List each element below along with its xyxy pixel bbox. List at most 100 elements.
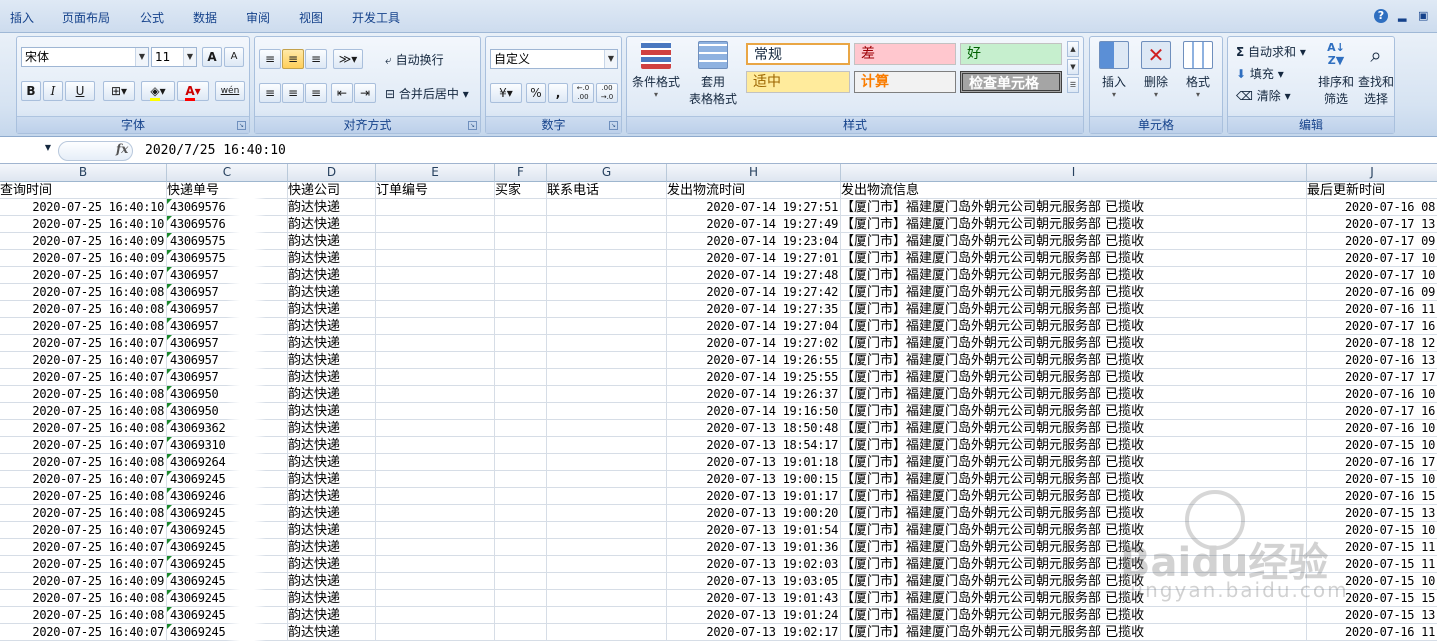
ship-time-cell[interactable]: 2020-07-14 19:27:02: [667, 335, 841, 352]
buyer-cell[interactable]: [495, 233, 547, 250]
ship-time-cell[interactable]: 2020-07-13 18:50:48: [667, 420, 841, 437]
minimize-icon[interactable]: ▂: [1398, 9, 1406, 22]
query-time-cell[interactable]: 2020-07-25 16:40:09: [0, 233, 167, 250]
ship-time-cell[interactable]: 2020-07-13 19:01:54: [667, 522, 841, 539]
ship-time-cell[interactable]: 2020-07-14 19:27:42: [667, 284, 841, 301]
sort-filter-button[interactable]: A↓ Z▼ 排序和 筛选: [1316, 41, 1356, 107]
logistics-info-cell[interactable]: 【厦门市】福建厦门岛外朝元公司朝元服务部 已揽收: [841, 471, 1307, 488]
last-update-cell[interactable]: 2020-07-15 11: [1307, 556, 1437, 573]
query-time-cell[interactable]: 2020-07-25 16:40:08: [0, 488, 167, 505]
tab-view[interactable]: 视图: [299, 9, 323, 26]
last-update-cell[interactable]: 2020-07-16 10: [1307, 386, 1437, 403]
last-update-cell[interactable]: 2020-07-16 10: [1307, 420, 1437, 437]
phone-cell[interactable]: [547, 522, 667, 539]
logistics-info-cell[interactable]: 【厦门市】福建厦门岛外朝元公司朝元服务部 已揽收: [841, 573, 1307, 590]
order-number-cell[interactable]: [376, 454, 495, 471]
styles-scroll-down-icon[interactable]: ▼: [1067, 59, 1079, 75]
tab-formulas[interactable]: 公式: [140, 9, 164, 26]
query-time-cell[interactable]: 2020-07-25 16:40:08: [0, 318, 167, 335]
buyer-cell[interactable]: [495, 573, 547, 590]
query-time-cell[interactable]: 2020-07-25 16:40:09: [0, 250, 167, 267]
decrease-decimal-button[interactable]: .00 →.0: [596, 83, 618, 103]
ship-time-cell[interactable]: 2020-07-14 19:27:04: [667, 318, 841, 335]
order-number-cell[interactable]: [376, 216, 495, 233]
last-update-cell[interactable]: 2020-07-15 11: [1307, 539, 1437, 556]
buyer-cell[interactable]: [495, 267, 547, 284]
query-time-cell[interactable]: 2020-07-25 16:40:08: [0, 403, 167, 420]
buyer-cell[interactable]: [495, 301, 547, 318]
ship-time-cell[interactable]: 2020-07-13 19:02:17: [667, 624, 841, 641]
phone-cell[interactable]: [547, 590, 667, 607]
font-color-button[interactable]: A▾: [177, 81, 209, 101]
tab-developer[interactable]: 开发工具: [352, 9, 400, 26]
fill-button[interactable]: ⬇ 填充 ▾: [1236, 65, 1284, 82]
order-number-cell[interactable]: [376, 505, 495, 522]
courier-cell[interactable]: 韵达快递: [288, 250, 376, 267]
query-time-cell[interactable]: 2020-07-25 16:40:10: [0, 216, 167, 233]
buyer-cell[interactable]: [495, 335, 547, 352]
insert-cells-button[interactable]: 插入 ▾: [1094, 41, 1134, 99]
font-size-select[interactable]: 11 ▼: [151, 47, 197, 67]
last-update-cell[interactable]: 2020-07-15 10: [1307, 471, 1437, 488]
courier-cell[interactable]: 韵达快递: [288, 607, 376, 624]
logistics-info-cell[interactable]: 【厦门市】福建厦门岛外朝元公司朝元服务部 已揽收: [841, 505, 1307, 522]
percent-button[interactable]: %: [526, 83, 546, 103]
order-number-cell[interactable]: [376, 437, 495, 454]
courier-cell[interactable]: 韵达快递: [288, 216, 376, 233]
align-left-button[interactable]: ≡: [259, 83, 281, 103]
logistics-info-cell[interactable]: 【厦门市】福建厦门岛外朝元公司朝元服务部 已揽收: [841, 556, 1307, 573]
buyer-cell[interactable]: [495, 556, 547, 573]
ship-time-cell[interactable]: 2020-07-14 19:16:50: [667, 403, 841, 420]
order-number-cell[interactable]: [376, 233, 495, 250]
logistics-info-cell[interactable]: 【厦门市】福建厦门岛外朝元公司朝元服务部 已揽收: [841, 267, 1307, 284]
help-icon[interactable]: ?: [1374, 9, 1388, 23]
buyer-cell[interactable]: [495, 607, 547, 624]
font-name-select[interactable]: 宋体 ▼: [21, 47, 149, 67]
italic-button[interactable]: I: [43, 81, 63, 101]
order-number-cell[interactable]: [376, 488, 495, 505]
styles-more-icon[interactable]: ☰: [1067, 77, 1079, 93]
last-update-cell[interactable]: 2020-07-17 16: [1307, 318, 1437, 335]
query-time-cell[interactable]: 2020-07-25 16:40:08: [0, 420, 167, 437]
ship-time-cell[interactable]: 2020-07-14 19:26:55: [667, 352, 841, 369]
logistics-info-cell[interactable]: 【厦门市】福建厦门岛外朝元公司朝元服务部 已揽收: [841, 199, 1307, 216]
query-time-cell[interactable]: 2020-07-25 16:40:07: [0, 369, 167, 386]
buyer-cell[interactable]: [495, 199, 547, 216]
last-update-cell[interactable]: 2020-07-16 08: [1307, 199, 1437, 216]
header-cell[interactable]: 发出物流信息: [841, 182, 1307, 199]
logistics-info-cell[interactable]: 【厦门市】福建厦门岛外朝元公司朝元服务部 已揽收: [841, 233, 1307, 250]
header-cell[interactable]: 查询时间: [0, 182, 167, 199]
ship-time-cell[interactable]: 2020-07-14 19:27:49: [667, 216, 841, 233]
buyer-cell[interactable]: [495, 386, 547, 403]
align-middle-button[interactable]: ≡: [282, 49, 304, 69]
order-number-cell[interactable]: [376, 199, 495, 216]
currency-button[interactable]: ¥▾: [490, 83, 522, 103]
formula-input[interactable]: 2020/7/25 16:40:10: [145, 143, 286, 158]
logistics-info-cell[interactable]: 【厦门市】福建厦门岛外朝元公司朝元服务部 已揽收: [841, 403, 1307, 420]
order-number-cell[interactable]: [376, 352, 495, 369]
ship-time-cell[interactable]: 2020-07-13 19:00:15: [667, 471, 841, 488]
orientation-button[interactable]: ≫▾: [333, 49, 363, 69]
courier-cell[interactable]: 韵达快递: [288, 420, 376, 437]
column-header-g[interactable]: G: [547, 164, 667, 182]
last-update-cell[interactable]: 2020-07-17 17: [1307, 369, 1437, 386]
ship-time-cell[interactable]: 2020-07-13 19:01:17: [667, 488, 841, 505]
last-update-cell[interactable]: 2020-07-16 15: [1307, 488, 1437, 505]
ship-time-cell[interactable]: 2020-07-13 19:00:20: [667, 505, 841, 522]
underline-button[interactable]: U: [65, 81, 95, 101]
decrease-indent-button[interactable]: ⇤: [331, 83, 353, 103]
buyer-cell[interactable]: [495, 216, 547, 233]
last-update-cell[interactable]: 2020-07-18 12: [1307, 335, 1437, 352]
courier-cell[interactable]: 韵达快递: [288, 556, 376, 573]
order-number-cell[interactable]: [376, 369, 495, 386]
phone-cell[interactable]: [547, 573, 667, 590]
logistics-info-cell[interactable]: 【厦门市】福建厦门岛外朝元公司朝元服务部 已揽收: [841, 335, 1307, 352]
phone-cell[interactable]: [547, 233, 667, 250]
logistics-info-cell[interactable]: 【厦门市】福建厦门岛外朝元公司朝元服务部 已揽收: [841, 318, 1307, 335]
query-time-cell[interactable]: 2020-07-25 16:40:08: [0, 607, 167, 624]
logistics-info-cell[interactable]: 【厦门市】福建厦门岛外朝元公司朝元服务部 已揽收: [841, 216, 1307, 233]
phone-cell[interactable]: [547, 403, 667, 420]
chevron-down-icon[interactable]: ▼: [45, 143, 51, 152]
buyer-cell[interactable]: [495, 522, 547, 539]
bold-button[interactable]: B: [21, 81, 41, 101]
